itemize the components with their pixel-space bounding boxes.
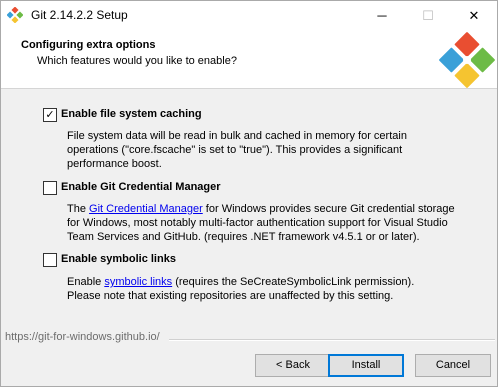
credential-manager-checkbox[interactable] [43,181,57,195]
symbolic-links-link[interactable]: symbolic links [104,276,172,288]
credential-desc-line: Team Services and GitHub. (requires .NET… [67,231,420,243]
credential-desc-post: for Windows provides secure Git credenti… [202,203,455,215]
symlinks-desc-line: Please note that existing repositories a… [67,290,394,302]
fscache-label[interactable]: Enable file system caching [61,108,202,120]
page-title: Configuring extra options [21,39,156,51]
fscache-desc-line: operations ("core.fscache" is set to "tr… [67,144,403,156]
fscache-checkbox[interactable]: ✓ [43,108,57,122]
window-title: Git 2.14.2.2 Setup [31,8,128,22]
close-button[interactable]: ✕ [451,1,497,30]
footer-divider [169,339,495,341]
git-logo-icon [439,32,495,88]
symlinks-desc-first-line: Enable symbolic links (requires the SeCr… [67,275,467,289]
back-button[interactable]: < Back [255,354,331,377]
credential-manager-link[interactable]: Git Credential Manager [89,203,203,215]
minimize-button[interactable]: ─ [359,1,405,30]
symlinks-desc-post: (requires the SeCreateSymbolicLink permi… [172,276,415,288]
git-app-icon [7,7,23,23]
credential-desc-pre: The [67,203,90,215]
symlinks-label[interactable]: Enable symbolic links [61,253,176,265]
footer-url: https://git-for-windows.github.io/ [5,331,160,343]
credential-desc-first-line: The Git Credential Manager for Windows p… [67,202,467,216]
fscache-desc-line: performance boost. [67,158,162,170]
symlinks-description: Enable symbolic links (requires the SeCr… [67,275,467,303]
cancel-button[interactable]: Cancel [415,354,491,377]
title-bar[interactable]: Git 2.14.2.2 Setup ─ ☐ ✕ [1,1,497,30]
install-button[interactable]: Install [328,354,404,377]
credential-manager-label[interactable]: Enable Git Credential Manager [61,181,221,193]
fscache-description: File system data will be read in bulk an… [67,129,467,171]
fscache-desc-line: File system data will be read in bulk an… [67,130,407,142]
setup-window: Git 2.14.2.2 Setup ─ ☐ ✕ Configuring ext… [0,0,498,387]
symlinks-desc-pre: Enable [67,276,105,288]
credential-manager-description: The Git Credential Manager for Windows p… [67,202,467,244]
credential-desc-line: for Windows, most notably multi-factor a… [67,217,448,229]
header-banner: Configuring extra options Which features… [1,30,497,89]
page-subtitle: Which features would you like to enable? [37,55,237,67]
symlinks-checkbox[interactable] [43,253,57,267]
maximize-button[interactable]: ☐ [405,1,451,30]
